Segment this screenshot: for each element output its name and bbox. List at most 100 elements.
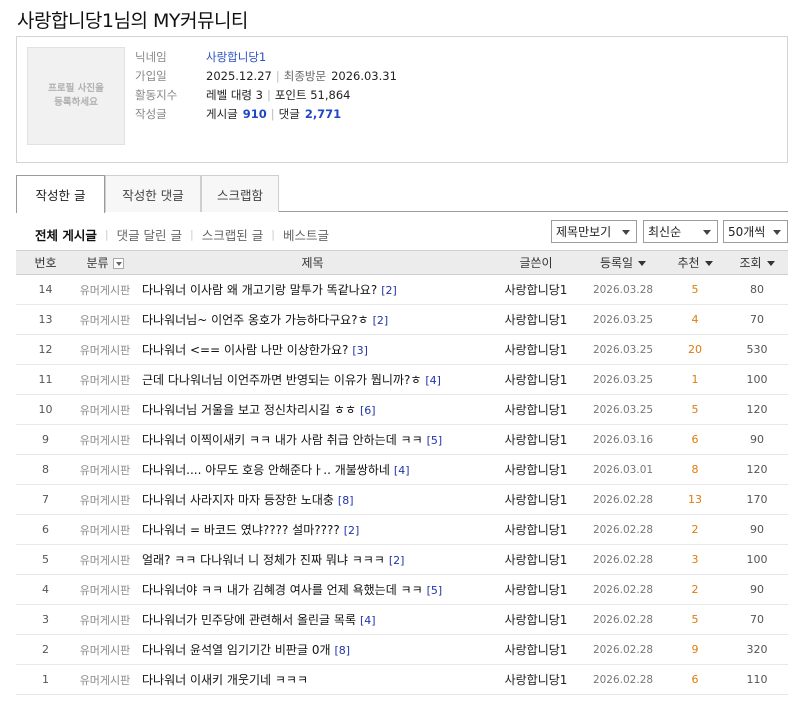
profile-photo-placeholder[interactable]: 프로필 사진을 등록하세요	[27, 47, 125, 145]
table-row[interactable]: 13 유머게시판 다나워너님~ 이언주 옹호가 가능하다구요?ㅎ [2] 사랑합니당1 2…	[16, 304, 788, 335]
post-category[interactable]: 유머게시판	[75, 394, 135, 425]
post-recommend: 3	[664, 544, 726, 575]
tab-scraps[interactable]: 스크랩함	[201, 175, 279, 212]
post-author[interactable]: 사랑합니당1	[490, 304, 582, 335]
post-category[interactable]: 유머게시판	[75, 664, 135, 695]
post-category[interactable]: 유머게시판	[75, 454, 135, 485]
post-title-link[interactable]: 다나워너.... 아무도 호응 안해준다ㅏ.. 개불쌍하네	[142, 463, 390, 477]
post-category[interactable]: 유머게시판	[75, 334, 135, 365]
post-title-link[interactable]: 다나워너님~ 이언주 옹호가 가능하다구요?ㅎ	[142, 313, 369, 327]
category-dropdown-icon[interactable]	[112, 258, 124, 269]
filter-commented-posts[interactable]: 댓글 달린 글	[117, 225, 182, 244]
comment-count-badge[interactable]: [2]	[381, 284, 397, 297]
table-header-row: 번호 분류 제목 글쓴이 등록일 추천 조회	[16, 250, 788, 275]
comment-count-badge[interactable]: [5]	[427, 584, 443, 597]
comment-count-label: 댓글	[278, 106, 300, 121]
post-author[interactable]: 사랑합니당1	[490, 454, 582, 485]
comment-count[interactable]: 2,771	[305, 107, 341, 121]
post-category[interactable]: 유머게시판	[75, 544, 135, 575]
post-category[interactable]: 유머게시판	[75, 484, 135, 515]
post-number: 12	[16, 334, 75, 365]
post-category[interactable]: 유머게시판	[75, 604, 135, 635]
post-title-link[interactable]: 다나워너 사라지자 마자 등장한 노대충	[142, 493, 334, 507]
comment-count-badge[interactable]: [8]	[338, 494, 354, 507]
post-title-link[interactable]: 다나워너님 거울을 보고 정신차리시길 ㅎㅎ	[142, 403, 356, 417]
comment-count-badge[interactable]: [4]	[425, 374, 441, 387]
comment-count-badge[interactable]: [2]	[389, 554, 405, 567]
table-row[interactable]: 5 유머게시판 얼래? ㅋㅋ 다나워너 니 정체가 진짜 뭐냐 ㅋㅋㅋ [2] 사랑합니…	[16, 544, 788, 575]
post-date: 2026.03.25	[582, 394, 664, 425]
post-category[interactable]: 유머게시판	[75, 364, 135, 395]
filter-best-posts[interactable]: 베스트글	[283, 225, 329, 244]
sort-select[interactable]: 최신순	[643, 220, 718, 243]
post-title-link[interactable]: 다나워너가 민주당에 관련해서 올린글 목록	[142, 613, 356, 627]
filter-all-posts[interactable]: 전체 게시글	[35, 225, 97, 244]
posts-label: 작성글	[135, 106, 167, 121]
page-size-select[interactable]: 50개씩	[723, 220, 788, 243]
table-row[interactable]: 11 유머게시판 근데 다나워너님 이언주까면 반영되는 이유가 뭡니까?ㅎ [4] 사…	[16, 364, 788, 395]
comment-count-badge[interactable]: [3]	[352, 344, 368, 357]
post-author[interactable]: 사랑합니당1	[490, 604, 582, 635]
table-row[interactable]: 9 유머게시판 다나워너 이찍이새키 ㅋㅋ 내가 사람 취급 안하는데 ㅋㅋ [5] 사…	[16, 424, 788, 455]
header-recommend[interactable]: 추천	[664, 250, 726, 275]
comment-count-badge[interactable]: [4]	[360, 614, 376, 627]
header-views[interactable]: 조회	[726, 250, 788, 275]
table-row[interactable]: 12 유머게시판 다나워너 <== 이사람 나만 이상한가요? [3] 사랑합니당1 20…	[16, 334, 788, 365]
post-title-link[interactable]: 다나워너 이사람 왜 개고기랑 말투가 똑같나요?	[142, 283, 377, 297]
table-row[interactable]: 6 유머게시판 다나워너 = 바코드 였냐???? 설마???? [2] 사랑합니당1 2…	[16, 514, 788, 545]
post-title-link[interactable]: 다나워너 윤석열 임기기간 비판글 0개	[142, 643, 331, 657]
table-row[interactable]: 7 유머게시판 다나워너 사라지자 마자 등장한 노대충 [8] 사랑합니당1 2026.…	[16, 484, 788, 515]
post-author[interactable]: 사랑합니당1	[490, 634, 582, 665]
post-category[interactable]: 유머게시판	[75, 514, 135, 545]
post-author[interactable]: 사랑합니당1	[490, 334, 582, 365]
table-row[interactable]: 14 유머게시판 다나워너 이사람 왜 개고기랑 말투가 똑같나요? [2] 사랑합니당…	[16, 274, 788, 305]
nickname-link[interactable]: 사랑합니당1	[206, 49, 266, 65]
table-row[interactable]: 3 유머게시판 다나워너가 민주당에 관련해서 올린글 목록 [4] 사랑합니당1 202…	[16, 604, 788, 635]
joined-label: 가입일	[135, 68, 167, 83]
post-category[interactable]: 유머게시판	[75, 274, 135, 305]
table-row[interactable]: 4 유머게시판 다나워너야 ㅋㅋ 내가 김혜경 여사를 언제 욕했는데 ㅋㅋ [5] 사…	[16, 574, 788, 605]
post-title-link[interactable]: 근데 다나워너님 이언주까면 반영되는 이유가 뭡니까?ㅎ	[142, 373, 421, 387]
post-number: 8	[16, 454, 75, 485]
post-author[interactable]: 사랑합니당1	[490, 484, 582, 515]
post-author[interactable]: 사랑합니당1	[490, 574, 582, 605]
post-number: 6	[16, 514, 75, 545]
comment-count-badge[interactable]: [2]	[373, 314, 389, 327]
post-author[interactable]: 사랑합니당1	[490, 544, 582, 575]
post-table: 번호 분류 제목 글쓴이 등록일 추천 조회 14 유머게시판 다나워너 이사람 왜…	[16, 250, 788, 695]
post-category[interactable]: 유머게시판	[75, 574, 135, 605]
post-author[interactable]: 사랑합니당1	[490, 364, 582, 395]
comment-count-badge[interactable]: [2]	[344, 524, 360, 537]
post-author[interactable]: 사랑합니당1	[490, 274, 582, 305]
comment-count-badge[interactable]: [6]	[360, 404, 376, 417]
view-mode-select[interactable]: 제목만보기	[551, 220, 637, 243]
table-row[interactable]: 1 유머게시판 다나워너 이새키 개웃기네 ㅋㅋㅋ 사랑합니당1 2026.02.28 6…	[16, 664, 788, 695]
post-title-link[interactable]: 다나워너 이찍이새키 ㅋㅋ 내가 사람 취급 안하는데 ㅋㅋ	[142, 433, 423, 447]
comment-count-badge[interactable]: [5]	[427, 434, 443, 447]
table-row[interactable]: 2 유머게시판 다나워너 윤석열 임기기간 비판글 0개 [8] 사랑합니당1 2026.…	[16, 634, 788, 665]
post-author[interactable]: 사랑합니당1	[490, 514, 582, 545]
filter-scrapped-posts[interactable]: 스크랩된 글	[202, 225, 263, 244]
header-date[interactable]: 등록일	[582, 250, 664, 275]
post-category[interactable]: 유머게시판	[75, 424, 135, 455]
post-category[interactable]: 유머게시판	[75, 304, 135, 335]
post-title-link[interactable]: 다나워너야 ㅋㅋ 내가 김혜경 여사를 언제 욕했는데 ㅋㅋ	[142, 583, 423, 597]
tab-written-comments[interactable]: 작성한 댓글	[105, 175, 201, 212]
comment-count-badge[interactable]: [4]	[394, 464, 410, 477]
post-count[interactable]: 910	[243, 107, 267, 121]
post-author[interactable]: 사랑합니당1	[490, 424, 582, 455]
table-row[interactable]: 10 유머게시판 다나워너님 거울을 보고 정신차리시길 ㅎㅎ [6] 사랑합니당1 20…	[16, 394, 788, 425]
table-row[interactable]: 8 유머게시판 다나워너.... 아무도 호응 안해준다ㅏ.. 개불쌍하네 [4] 사랑…	[16, 454, 788, 485]
comment-count-badge[interactable]: [8]	[335, 644, 351, 657]
post-author[interactable]: 사랑합니당1	[490, 394, 582, 425]
post-title-link[interactable]: 다나워너 <== 이사람 나만 이상한가요?	[142, 343, 348, 357]
post-author[interactable]: 사랑합니당1	[490, 664, 582, 695]
post-category[interactable]: 유머게시판	[75, 634, 135, 665]
post-title-link[interactable]: 다나워너 이새키 개웃기네 ㅋㅋㅋ	[142, 673, 308, 687]
header-title: 제목	[135, 250, 490, 275]
post-title-link[interactable]: 얼래? ㅋㅋ 다나워너 니 정체가 진짜 뭐냐 ㅋㅋㅋ	[142, 553, 385, 567]
post-title-link[interactable]: 다나워너 = 바코드 였냐???? 설마????	[142, 523, 340, 537]
tab-written-posts[interactable]: 작성한 글	[16, 175, 105, 213]
post-views: 170	[726, 484, 788, 515]
header-category[interactable]: 분류	[75, 250, 135, 275]
